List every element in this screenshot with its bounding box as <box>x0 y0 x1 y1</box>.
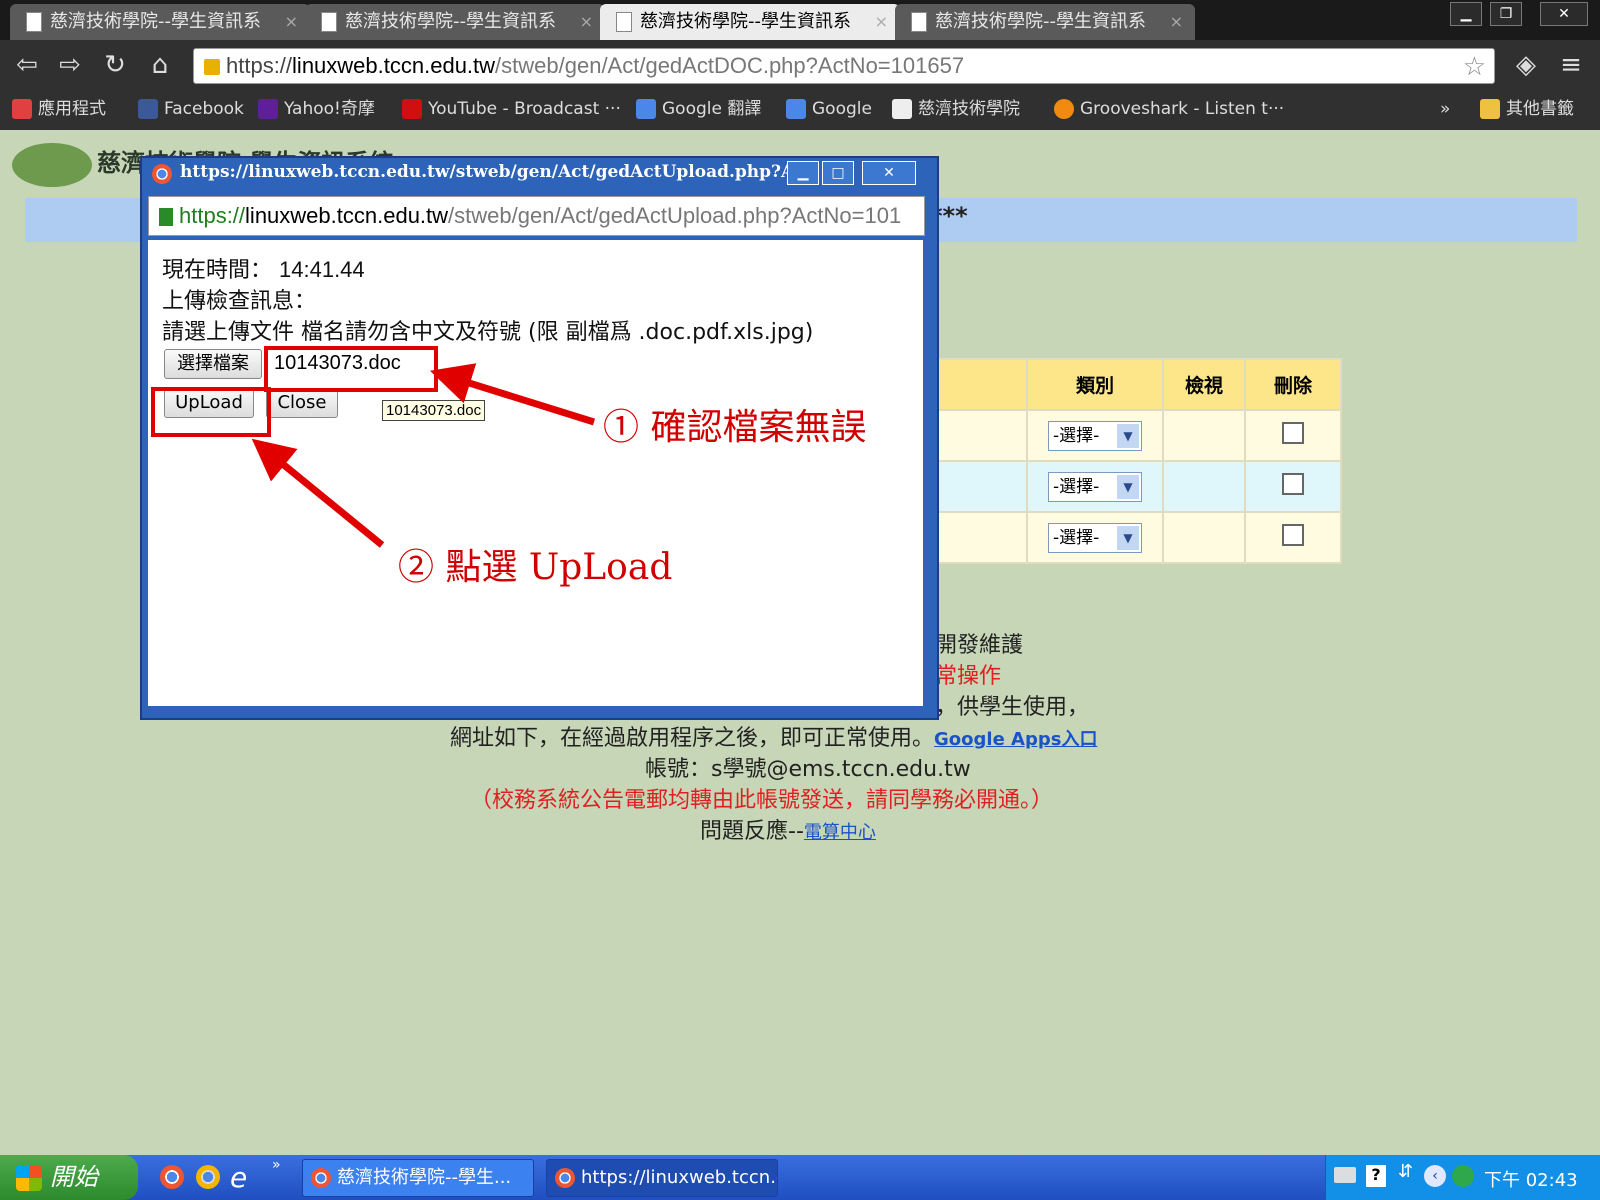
keyboard-icon[interactable] <box>1334 1167 1356 1183</box>
ie-quicklaunch-icon[interactable]: e <box>230 1161 247 1194</box>
tray-status-icon[interactable] <box>1452 1165 1474 1187</box>
start-button[interactable]: 開始 <box>0 1155 138 1200</box>
start-label: 開始 <box>50 1163 98 1191</box>
task-label: 慈濟技術學院--學生... <box>337 1167 512 1188</box>
windows-taskbar: 開始 e » 慈濟技術學院--學生... https://linuxweb.tc… <box>0 1155 1600 1200</box>
network-icon[interactable]: ⇵ <box>1398 1161 1413 1182</box>
annotation-arrows <box>251 363 596 548</box>
quicklaunch-overflow-icon[interactable]: » <box>272 1157 281 1173</box>
chrome-alt-quicklaunch-icon[interactable] <box>196 1165 220 1189</box>
chrome-icon <box>311 1168 331 1188</box>
taskbar-item-active[interactable]: https://linuxweb.tccn.e... <box>546 1159 778 1197</box>
annotation-step2: ② 點選 UpLoad <box>398 547 673 588</box>
chrome-icon <box>555 1168 575 1188</box>
system-tray: ? ⇵ ‹ 下午 02:43 <box>1325 1155 1600 1200</box>
windows-logo-icon <box>16 1165 42 1191</box>
tray-expand-icon[interactable]: ‹ <box>1424 1165 1446 1187</box>
annotation-step1: ① 確認檔案無誤 <box>603 407 867 448</box>
chrome-quicklaunch-icon[interactable] <box>160 1165 184 1189</box>
clock[interactable]: 下午 02:43 <box>1484 1166 1578 1192</box>
taskbar-item[interactable]: 慈濟技術學院--學生... <box>302 1159 534 1197</box>
arrow-to-upload <box>251 438 385 548</box>
arrow-to-file <box>429 363 596 426</box>
task-label: https://linuxweb.tccn.e... <box>581 1167 777 1188</box>
help-icon[interactable]: ? <box>1366 1165 1386 1187</box>
